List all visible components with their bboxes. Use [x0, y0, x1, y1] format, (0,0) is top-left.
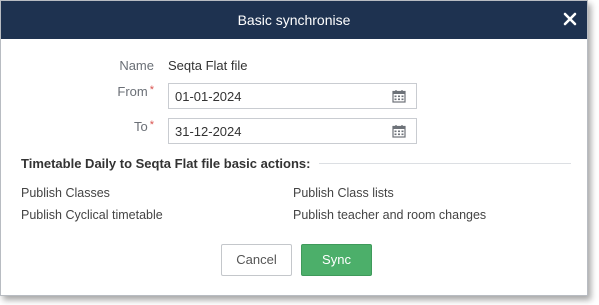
to-date-input[interactable]: [169, 119, 375, 143]
to-date-field[interactable]: [168, 118, 417, 144]
to-label: To *: [133, 119, 154, 134]
name-value: Seqta Flat file: [168, 58, 248, 73]
section-divider: [319, 163, 571, 164]
action-item: Publish Class lists: [293, 186, 394, 200]
cancel-button[interactable]: Cancel: [221, 244, 292, 276]
sync-button[interactable]: Sync: [301, 244, 372, 276]
from-date-field[interactable]: [168, 83, 417, 109]
dialog-title: Basic synchronise: [237, 12, 351, 28]
name-label: Name: [119, 58, 154, 73]
basic-synchronise-dialog: Basic synchronise Name Seqta Flat file F…: [0, 0, 588, 296]
required-marker: *: [149, 119, 154, 131]
action-item: Publish teacher and room changes: [293, 208, 487, 222]
from-date-input[interactable]: [169, 84, 375, 108]
calendar-icon[interactable]: [392, 89, 406, 103]
from-label: From *: [117, 84, 154, 99]
calendar-icon[interactable]: [392, 124, 406, 138]
actions-section-title: Timetable Daily to Seqta Flat file basic…: [21, 156, 311, 171]
dialog-titlebar: Basic synchronise: [1, 1, 587, 39]
action-item: Publish Classes: [21, 186, 110, 200]
close-icon[interactable]: [563, 12, 577, 26]
required-marker: *: [149, 84, 154, 96]
action-item: Publish Cyclical timetable: [21, 208, 163, 222]
